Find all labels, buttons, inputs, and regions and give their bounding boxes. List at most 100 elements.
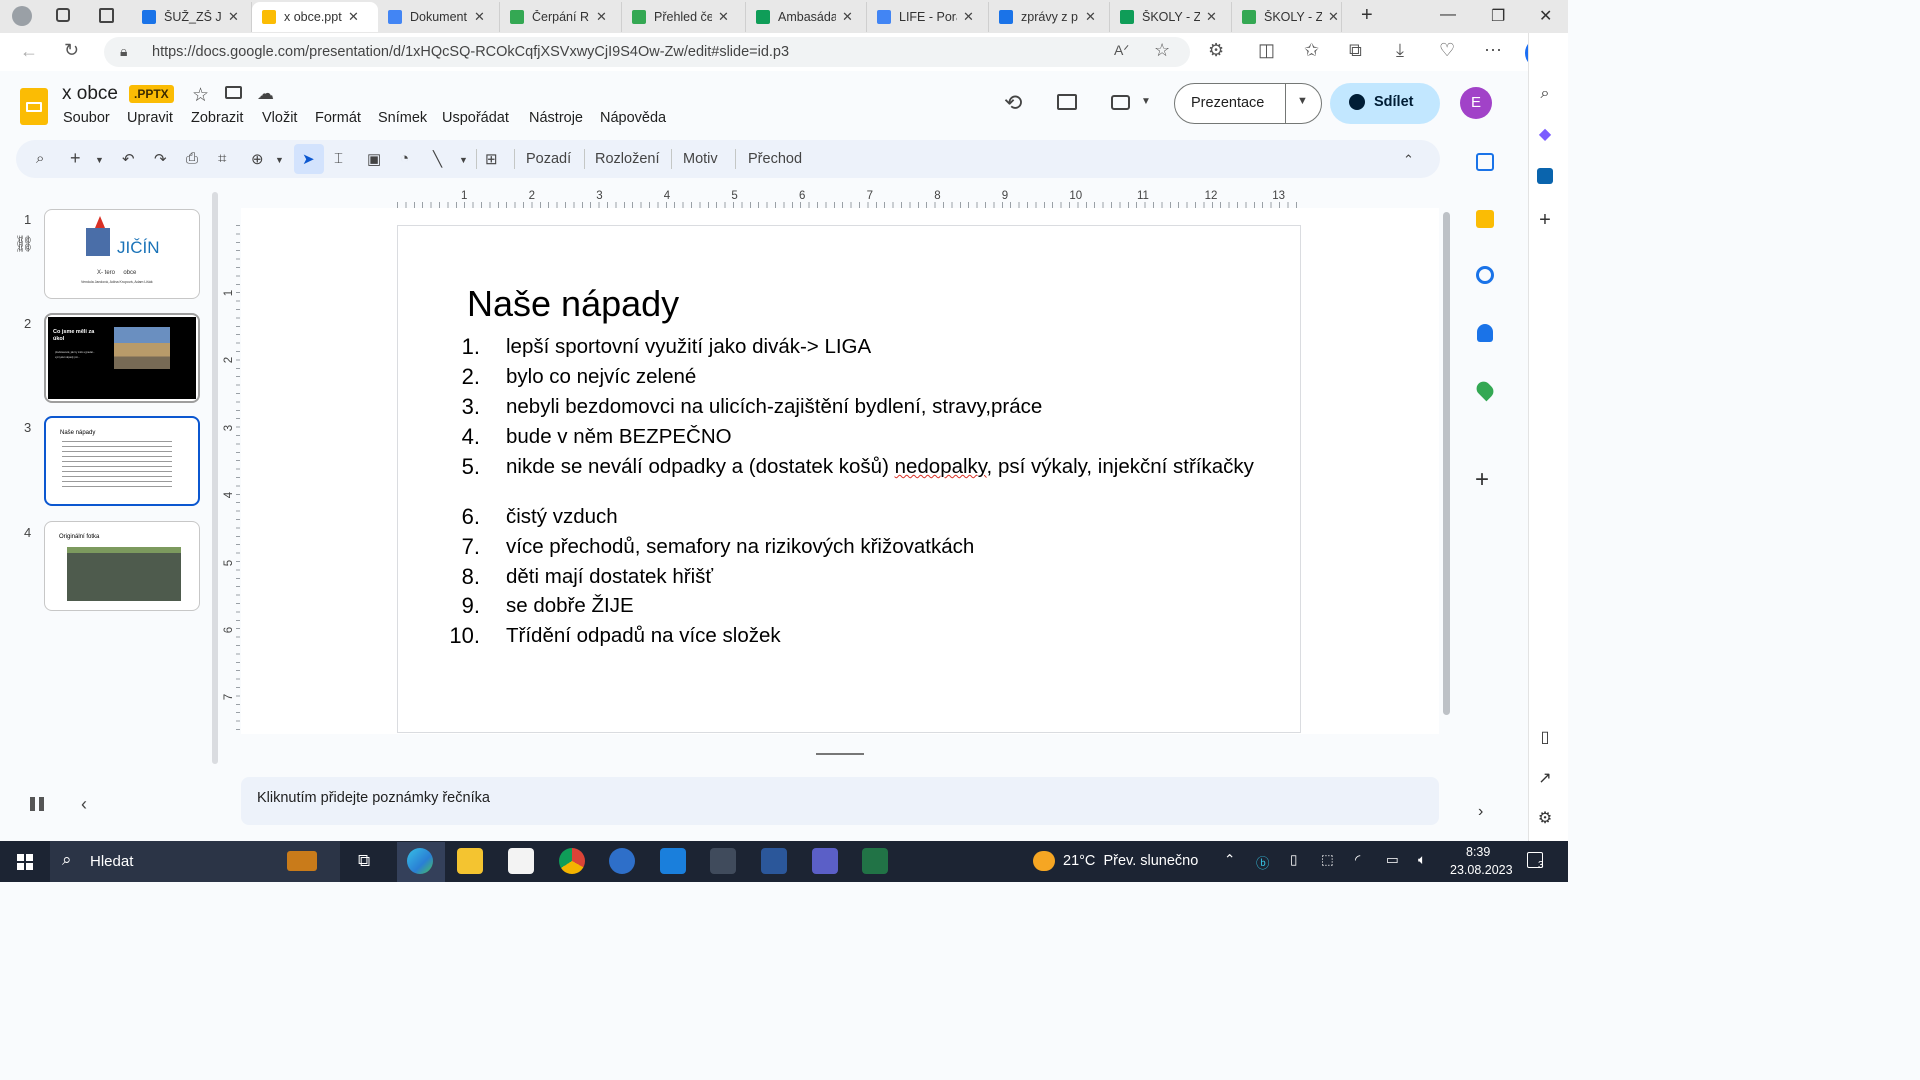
grid-view-icon[interactable] xyxy=(30,797,44,811)
theme-button[interactable]: Motiv xyxy=(683,151,718,167)
bing-tray-icon[interactable]: ⓑ xyxy=(1256,852,1270,872)
excel-icon[interactable] xyxy=(862,848,888,874)
text-box-icon[interactable]: ⌶ xyxy=(334,150,343,167)
keep-icon[interactable] xyxy=(1476,210,1494,228)
collapse-toolbar-icon[interactable]: ⌃ xyxy=(1403,152,1414,168)
list-item-text[interactable]: čistý vzduch xyxy=(506,506,1266,527)
menu-item[interactable]: Upravit xyxy=(127,110,173,126)
menu-item[interactable]: Zobrazit xyxy=(191,110,243,126)
meet-dropdown-icon[interactable]: ▼ xyxy=(1141,96,1151,107)
sidebar-copilot-icon[interactable]: ◆ xyxy=(1533,122,1557,146)
sidebar-search-icon[interactable]: ⌕ xyxy=(1533,82,1557,106)
tab-close-icon[interactable]: ✕ xyxy=(348,9,359,25)
menu-item[interactable]: Nápověda xyxy=(600,110,666,126)
paint-format-icon[interactable]: ⌗ xyxy=(218,150,226,167)
menu-item[interactable]: Uspořádat xyxy=(442,110,509,126)
tab-close-icon[interactable]: ✕ xyxy=(842,9,853,25)
list-item-text[interactable]: děti mají dostatek hřišť xyxy=(506,566,1266,587)
teams-icon[interactable] xyxy=(812,848,838,874)
slide-title[interactable]: Naše nápady xyxy=(467,283,679,325)
zoom-icon[interactable]: ⊕ xyxy=(251,150,264,168)
notes-resize-handle[interactable] xyxy=(816,753,864,755)
store-icon[interactable] xyxy=(508,848,534,874)
list-item-text[interactable]: nikde se neválí odpadky a (dostatek košů… xyxy=(506,456,1266,477)
sidebar-outlook-icon[interactable] xyxy=(1533,164,1557,188)
tab-close-icon[interactable]: ✕ xyxy=(228,9,239,25)
file-explorer-icon[interactable] xyxy=(457,848,483,874)
maximize-icon[interactable]: ❐ xyxy=(1491,6,1505,26)
chrome-icon[interactable] xyxy=(559,848,585,874)
canvas-scrollbar[interactable] xyxy=(1443,212,1450,715)
weather-text[interactable]: 21°C Přev. slunečno xyxy=(1063,853,1198,869)
insert-image-icon[interactable]: ▣ xyxy=(367,150,381,168)
browser-tab[interactable]: ŠKOLY - Z ✕ xyxy=(1232,2,1342,32)
cloud-status-icon[interactable]: ☁ xyxy=(257,84,274,104)
volume-icon[interactable]: 🔈︎ xyxy=(1418,852,1426,868)
menu-item[interactable]: Formát xyxy=(315,110,361,126)
maps-icon[interactable] xyxy=(1473,378,1497,402)
clock-date[interactable]: 23.08.2023 xyxy=(1450,863,1513,877)
performance-icon[interactable]: ♡ xyxy=(1439,40,1455,61)
tab-close-icon[interactable]: ✕ xyxy=(474,9,485,25)
split-screen-icon[interactable]: ◫ xyxy=(1258,40,1275,61)
star-icon[interactable]: ☆ xyxy=(192,84,209,107)
menu-item[interactable]: Snímek xyxy=(378,110,427,126)
layout-button[interactable]: Rozložení xyxy=(595,151,659,167)
shape-icon[interactable]: ◔ xyxy=(400,150,409,167)
horizontal-ruler[interactable]: 1 2 3 4 5 6 7 8 9 10 11 12 13 xyxy=(397,190,1301,208)
weather-icon[interactable] xyxy=(1033,851,1055,871)
list-item-text[interactable]: více přechodů, semafory na rizikových kř… xyxy=(506,536,1266,557)
slide-thumbnail-1[interactable]: JIČÍN X- tero obce Vendula Jandová, Adin… xyxy=(44,209,200,299)
browser-tab[interactable]: Dokument ✕ xyxy=(378,2,500,32)
present-button[interactable]: Prezentace ▼ xyxy=(1174,83,1322,124)
display-tray-icon[interactable]: ⬚ xyxy=(1321,852,1334,868)
browser-tab[interactable]: Přehled če ✕ xyxy=(622,2,746,32)
browser-tab[interactable]: ŠUŽ_ZŠ JIČ ✕ xyxy=(132,2,252,32)
new-slide-icon[interactable]: + xyxy=(70,148,81,169)
share-button[interactable]: Sdílet xyxy=(1330,83,1440,124)
show-side-panel-icon[interactable]: › xyxy=(1478,803,1483,821)
browser-tab[interactable]: Čerpání RI ✕ xyxy=(500,2,622,32)
present-dropdown-icon[interactable]: ▼ xyxy=(1297,95,1308,107)
browser-tab[interactable]: LIFE - Pora ✕ xyxy=(867,2,989,32)
menu-item[interactable]: Vložit xyxy=(262,110,297,126)
task-view-icon[interactable]: ⧉ xyxy=(358,851,370,871)
browser-tab[interactable]: ŠKOLY - Z ✕ xyxy=(1110,2,1232,32)
list-item-text[interactable]: Třídění odpadů na více složek xyxy=(506,625,1266,646)
list-item-text[interactable]: bude v něm BEZPEČNO xyxy=(506,426,1266,447)
slide-thumbnail-4[interactable]: Originální fotka xyxy=(44,521,200,611)
add-comment-icon[interactable]: ⊞ xyxy=(485,150,498,168)
tab-close-icon[interactable]: ✕ xyxy=(1206,9,1217,25)
edge-app-icon[interactable] xyxy=(407,848,433,874)
tab-close-icon[interactable]: ✕ xyxy=(1328,9,1339,25)
tab-actions-icon[interactable] xyxy=(99,8,114,23)
new-slide-dropdown-icon[interactable]: ▼ xyxy=(95,155,104,165)
profile-icon[interactable] xyxy=(12,6,32,26)
sidebar-settings-icon[interactable]: ⚙ xyxy=(1533,806,1557,830)
downloads-icon[interactable]: ⤓ xyxy=(1396,40,1404,61)
reload-icon[interactable]: ↻ xyxy=(64,40,79,61)
comments-icon[interactable] xyxy=(1057,94,1077,110)
more-menu-icon[interactable]: ⋯ xyxy=(1484,40,1502,61)
tab-close-icon[interactable]: ✕ xyxy=(718,9,729,25)
search-menus-icon[interactable]: ⌕ xyxy=(36,150,44,167)
tab-close-icon[interactable]: ✕ xyxy=(963,9,974,25)
close-window-icon[interactable]: ✕ xyxy=(1539,6,1552,26)
print-icon[interactable]: ⎙ xyxy=(186,150,198,167)
version-history-icon[interactable]: ⟲ xyxy=(1004,90,1022,116)
line-icon[interactable]: ╲ xyxy=(433,150,442,168)
sidebar-open-external-icon[interactable]: ↗ xyxy=(1533,766,1557,790)
calculator-icon[interactable] xyxy=(710,848,736,874)
clock-time[interactable]: 8:39 xyxy=(1466,845,1490,859)
workspaces-icon[interactable] xyxy=(56,8,70,22)
sidebar-layout-icon[interactable]: ▯ xyxy=(1533,725,1557,749)
back-icon[interactable]: ← xyxy=(20,41,38,62)
browser-tab[interactable]: x obce.pptx ✕ xyxy=(252,2,378,32)
undo-icon[interactable]: ↶ xyxy=(122,150,135,168)
calendar-icon[interactable] xyxy=(1476,153,1494,171)
tab-close-icon[interactable]: ✕ xyxy=(1085,9,1096,25)
minimize-icon[interactable]: — xyxy=(1440,6,1456,24)
favorite-star-icon[interactable]: ☆ xyxy=(1154,40,1170,61)
vertical-ruler[interactable]: 1 2 3 4 5 6 7 xyxy=(223,225,240,733)
zoom-dropdown-icon[interactable]: ▼ xyxy=(275,155,284,165)
